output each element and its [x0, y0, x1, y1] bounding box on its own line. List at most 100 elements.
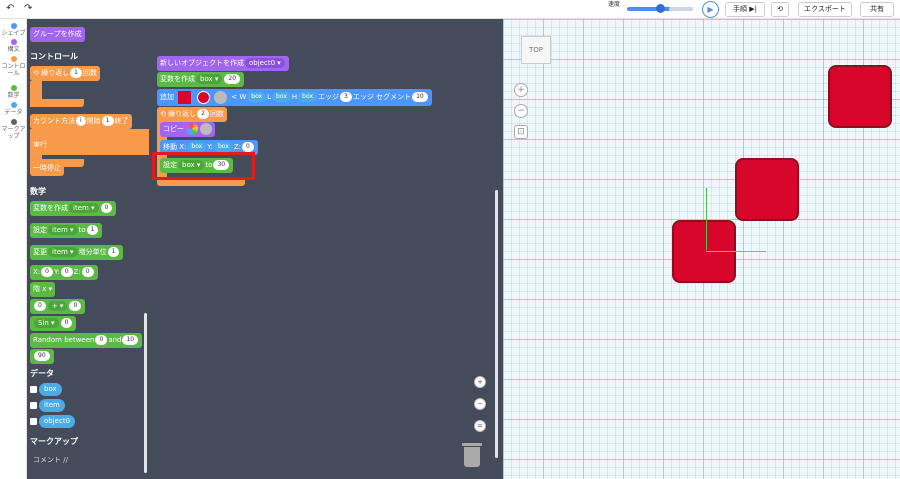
code-workspace[interactable]: [149, 19, 503, 479]
pause-block[interactable]: 一時停止: [30, 161, 64, 176]
color-picker-icon[interactable]: [197, 90, 211, 104]
step-button-label: 手順: [733, 5, 747, 13]
step-button[interactable]: 手順 ▶|: [725, 2, 765, 17]
comment-block[interactable]: コメント //: [30, 453, 71, 468]
count-var[interactable]: i: [76, 116, 86, 126]
red-box-shape[interactable]: [828, 65, 892, 128]
create-variable-block[interactable]: 変数を作成 item ▾ 0: [30, 201, 117, 216]
sin-value[interactable]: 0: [60, 318, 73, 328]
create-var-dropdown[interactable]: item ▾: [69, 203, 99, 213]
sqrt-block[interactable]: 階 x ▾: [30, 282, 56, 297]
number-value[interactable]: 90: [34, 351, 50, 361]
trash-icon[interactable]: [462, 443, 482, 468]
change-var-dropdown[interactable]: item ▾: [48, 247, 78, 257]
add-label: 追加: [160, 93, 174, 101]
rainbow-color-icon[interactable]: [186, 123, 199, 135]
zoom-out-icon[interactable]: −: [474, 398, 486, 410]
data-var-object0[interactable]: object0: [39, 415, 76, 428]
hole-icon[interactable]: [200, 123, 213, 135]
random-block[interactable]: Random between 0 and 10: [30, 333, 143, 348]
w-label: W: [239, 93, 247, 101]
data-var-item[interactable]: item: [39, 399, 65, 412]
data-checkbox-object0[interactable]: [30, 418, 37, 425]
number-block[interactable]: 90: [30, 349, 54, 364]
palette-scrollbar[interactable]: [144, 313, 147, 473]
category-syntax[interactable]: 構文: [0, 39, 27, 53]
repeat-count[interactable]: 1: [70, 68, 82, 78]
category-label: 数学: [7, 92, 20, 99]
arith-operator[interactable]: + ▾: [47, 301, 68, 311]
count-with-block[interactable]: カウント方法 i 開始 1 終了: [30, 114, 132, 129]
do-block[interactable]: 実行: [30, 138, 149, 155]
h-var[interactable]: box: [298, 92, 318, 102]
category-control[interactable]: コントロール: [0, 56, 27, 77]
l-var[interactable]: box: [272, 92, 291, 102]
viewport-zoom-in-icon[interactable]: +: [514, 83, 528, 97]
repeat-block[interactable]: ⟲ 繰り返し 1 回数: [30, 66, 100, 81]
reset-icon[interactable]: ⟲: [771, 2, 789, 17]
data-var-box[interactable]: box: [39, 383, 62, 396]
move-z-value[interactable]: 0: [241, 142, 254, 152]
redo-icon[interactable]: ↷: [24, 3, 32, 14]
edge-value[interactable]: 3: [340, 92, 352, 102]
set-var-value[interactable]: 1: [86, 225, 99, 235]
create-var-label: 変数を作成: [33, 204, 68, 212]
segment-value[interactable]: 10: [412, 92, 428, 102]
x-value[interactable]: 0: [41, 267, 53, 277]
move-y-var[interactable]: box: [213, 142, 233, 152]
speed-slider-handle[interactable]: [656, 4, 665, 13]
random-b[interactable]: 10: [122, 335, 139, 345]
new-object-block[interactable]: 新しいオブジェクトを作成 object0 ▾: [157, 56, 289, 71]
repeat-label: 繰り返し: [41, 69, 70, 77]
category-data[interactable]: データ: [0, 102, 27, 116]
arithmetic-block[interactable]: 0 + ▾ 0: [30, 299, 86, 314]
export-button[interactable]: エクスポート: [798, 2, 852, 17]
count-start[interactable]: 1: [101, 116, 114, 126]
set-var-dropdown[interactable]: item ▾: [48, 225, 78, 235]
category-math[interactable]: 数学: [0, 85, 27, 99]
category-markup[interactable]: マークアップ: [0, 119, 27, 140]
viewport-zoom-out-icon[interactable]: −: [514, 104, 528, 118]
arith-b[interactable]: 0: [69, 301, 82, 311]
new-object-dropdown[interactable]: object0 ▾: [245, 58, 285, 68]
set-variable-block[interactable]: 設定 item ▾ to 1: [30, 223, 103, 238]
w-var[interactable]: box: [247, 92, 267, 102]
arith-a[interactable]: 0: [34, 301, 46, 311]
repeat-suffix: 回数: [82, 69, 97, 77]
undo-icon[interactable]: ↶: [6, 3, 14, 14]
random-a[interactable]: 0: [95, 335, 108, 345]
viewport-fit-icon[interactable]: ⊡: [514, 125, 528, 139]
collapse-icon[interactable]: <: [231, 93, 237, 101]
data-checkbox-box[interactable]: [30, 386, 37, 393]
add-shape-block[interactable]: 追加 < Wbox Lbox Hbox エッジ 3 エッジ セグメント 10: [157, 89, 432, 106]
category-shapes[interactable]: シェイプ: [0, 23, 27, 37]
repeat-count[interactable]: 2: [197, 109, 209, 119]
play-icon[interactable]: ▶: [702, 1, 719, 18]
create-var-dropdown[interactable]: box ▾: [196, 74, 223, 84]
zoom-in-icon[interactable]: +: [474, 376, 486, 388]
y-value[interactable]: 0: [60, 267, 73, 277]
hole-icon[interactable]: [214, 90, 228, 104]
create-var-value[interactable]: 0: [100, 203, 113, 213]
red-box-shape[interactable]: [735, 158, 799, 221]
create-var-value[interactable]: 20: [224, 74, 241, 84]
reset-zoom-icon[interactable]: =: [474, 420, 486, 432]
create-group-block[interactable]: グループを作成: [30, 27, 85, 42]
sin-dropdown[interactable]: Sin ▾: [34, 318, 59, 328]
sin-block[interactable]: Sin ▾ 0: [30, 316, 77, 331]
xyz-block[interactable]: X: 0 Y: 0 Z: 0: [30, 265, 98, 280]
repeat-block-footer: [157, 180, 245, 186]
change-var-value[interactable]: 1: [107, 247, 120, 257]
create-variable-block[interactable]: 変数を作成 box ▾ 20: [157, 72, 245, 87]
change-variable-block[interactable]: 変更 item ▾ 増分単位 1: [30, 245, 124, 260]
share-button[interactable]: 共有: [860, 2, 894, 17]
z-value[interactable]: 0: [81, 267, 94, 277]
block-palette: グループを作成 コントロール ⟲ 繰り返し 1 回数 カウント方法 i 開始 1 終了 実行…: [27, 19, 149, 479]
view-cube[interactable]: TOP: [521, 36, 551, 64]
repeat-block[interactable]: ⟲ 繰り返し 2 回数: [157, 107, 227, 122]
copy-block[interactable]: コピー: [160, 122, 216, 137]
workspace-scrollbar[interactable]: [495, 190, 498, 458]
cube-icon[interactable]: [178, 90, 192, 104]
move-x-var[interactable]: box: [187, 142, 207, 152]
data-checkbox-item[interactable]: [30, 402, 37, 409]
